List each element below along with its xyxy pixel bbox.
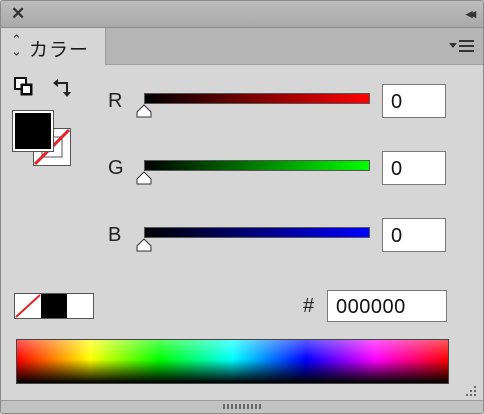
slider-thumb-r[interactable] [136, 104, 152, 118]
white-swatch[interactable] [67, 294, 93, 318]
tab-color[interactable]: ⌃ ⌃ カラー [1, 28, 106, 65]
slider-track-b[interactable] [144, 227, 370, 238]
quick-swatches [14, 293, 94, 319]
fill-swatch[interactable] [12, 110, 54, 152]
collapse-icon[interactable]: ◂◂ [466, 4, 476, 24]
slider-track-g[interactable] [144, 160, 370, 171]
channel-label-r: R [108, 90, 123, 112]
g-value-input[interactable]: 0 [382, 151, 446, 185]
panel-menu-icon[interactable] [449, 38, 475, 54]
hex-hash-label: # [303, 295, 315, 317]
default-colors-icon[interactable] [14, 77, 34, 97]
resize-grip-icon[interactable] [463, 385, 477, 399]
tab-label: カラー [29, 40, 90, 61]
panel-drag-grip-icon[interactable] [223, 404, 261, 409]
r-value-input[interactable]: 0 [382, 84, 446, 118]
tab-row: ⌃ ⌃ カラー [1, 28, 483, 65]
channel-label-b: B [108, 224, 122, 246]
swap-arrow-icon[interactable] [53, 77, 73, 97]
black-swatch[interactable] [41, 294, 67, 318]
color-spectrum[interactable] [16, 339, 449, 384]
none-swatch[interactable] [15, 294, 41, 318]
panel-titlebar: ✕ ◂◂ [1, 1, 483, 28]
slider-track-r[interactable] [144, 93, 370, 104]
hex-value-input[interactable]: 000000 [327, 290, 447, 322]
channel-label-g: G [108, 157, 124, 179]
slider-thumb-b[interactable] [136, 238, 152, 252]
close-icon[interactable]: ✕ [11, 4, 25, 24]
panel-bottom-bar [1, 400, 483, 413]
b-value-input[interactable]: 0 [382, 218, 446, 252]
updown-icon[interactable]: ⌃ ⌃ [11, 33, 22, 58]
slider-thumb-g[interactable] [136, 171, 152, 185]
color-panel: ✕ ◂◂ ⌃ ⌃ カラー R 0 G 0 B 0 # 000000 [0, 0, 484, 414]
